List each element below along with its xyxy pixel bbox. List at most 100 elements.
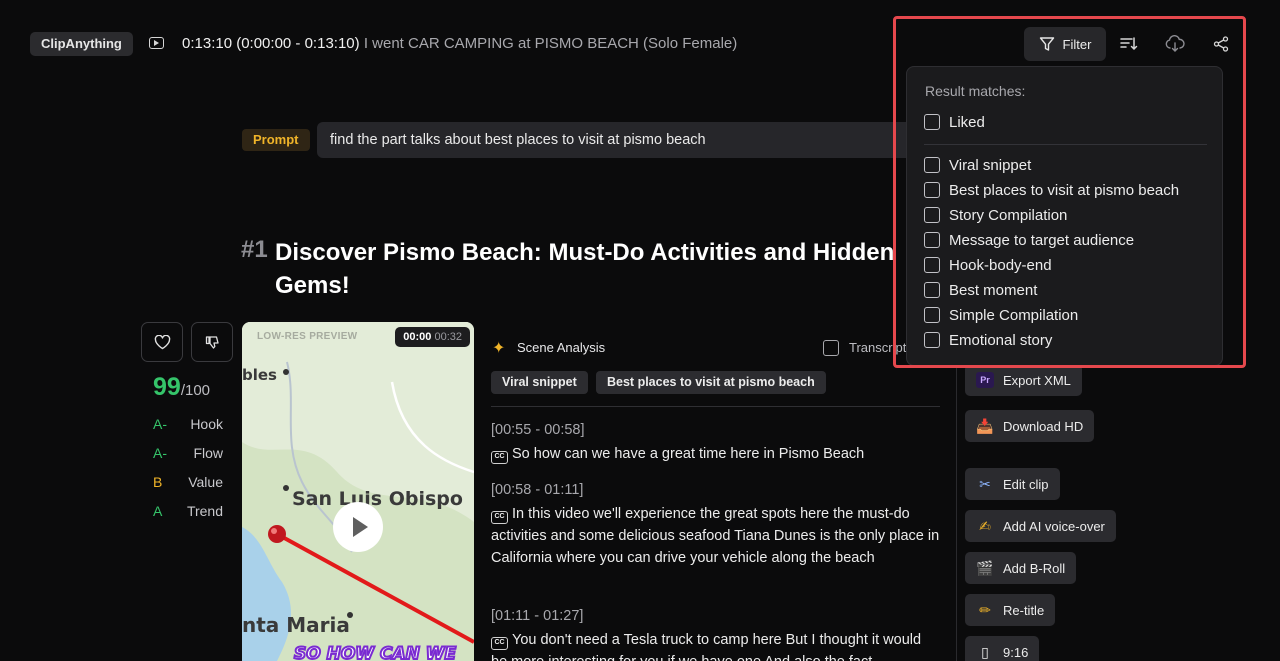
transcript-timestamp: [01:11 - 01:27] xyxy=(491,608,584,624)
metric-name: Hook xyxy=(190,416,223,432)
add-voice-over-button[interactable]: ✍ Add AI voice-over xyxy=(965,510,1116,542)
filter-option-liked[interactable]: Liked xyxy=(924,112,985,132)
option-label: Liked xyxy=(949,113,985,131)
preview-time: 00:00 00:32 xyxy=(395,327,470,347)
prompt-tag: Prompt xyxy=(242,129,310,151)
filter-dropdown: Result matches: Liked Viral snippet Best… xyxy=(906,66,1223,366)
transcript-label[interactable]: Transcript xyxy=(849,340,907,355)
filter-option[interactable]: Simple Compilation xyxy=(924,305,1078,325)
dropdown-title: Result matches: xyxy=(925,83,1026,99)
score-max: /100 xyxy=(180,382,211,399)
video-title: 0:13:10 (0:00:00 - 0:13:10) I went CAR C… xyxy=(182,35,737,52)
thumbs-down-icon xyxy=(205,335,219,349)
preview-current-time: 00:00 xyxy=(403,331,432,343)
clip-title: Discover Pismo Beach: Must-Do Activities… xyxy=(275,239,895,299)
metric-trend: A Trend xyxy=(153,503,223,519)
checkbox[interactable] xyxy=(924,114,940,130)
metric-name: Value xyxy=(188,474,223,490)
filter-option[interactable]: Emotional story xyxy=(924,330,1052,350)
filter-option[interactable]: Viral snippet xyxy=(924,155,1031,175)
app-logo-badge[interactable]: ClipAnything xyxy=(30,32,133,56)
tag-chip: Viral snippet xyxy=(491,371,588,394)
add-broll-button[interactable]: 🎬 Add B-Roll xyxy=(965,552,1077,584)
caption-overlay: SO HOW CAN WE xyxy=(293,643,457,661)
option-label: Emotional story xyxy=(949,331,1053,349)
action-label: Edit clip xyxy=(1003,476,1049,492)
cc-icon: CC xyxy=(491,451,508,464)
filter-option[interactable]: Best moment xyxy=(924,280,1037,300)
checkbox[interactable] xyxy=(924,257,940,273)
filter-option[interactable]: Best places to visit at pismo beach xyxy=(924,180,1179,200)
metric-hook: A- Hook xyxy=(153,416,223,432)
share-icon xyxy=(1213,36,1229,52)
dislike-button[interactable] xyxy=(191,322,233,362)
cc-icon: CC xyxy=(491,511,508,524)
video-time-range: 0:13:10 (0:00:00 - 0:13:10) xyxy=(182,35,360,52)
filter-option[interactable]: Hook-body-end xyxy=(924,255,1052,275)
checkbox[interactable] xyxy=(924,182,940,198)
tag-chip: Best places to visit at pismo beach xyxy=(596,371,826,394)
metric-grade: A- xyxy=(153,416,167,432)
share-button[interactable] xyxy=(1206,29,1236,59)
preview-duration: 00:32 xyxy=(434,331,462,343)
checkbox[interactable] xyxy=(924,282,940,298)
filter-icon xyxy=(1039,37,1054,51)
download-button[interactable] xyxy=(1160,29,1190,59)
action-label: 9:16 xyxy=(1003,644,1029,660)
metric-name: Trend xyxy=(186,503,223,519)
transcript-line: In this video we'll experience the great… xyxy=(491,506,940,566)
metric-grade: B xyxy=(153,474,163,490)
transcript-checkbox[interactable] xyxy=(823,340,839,356)
checkbox[interactable] xyxy=(924,232,940,248)
retitle-button[interactable]: ✏ Re-title xyxy=(965,594,1056,626)
transcript-timestamp: [00:58 - 01:11] xyxy=(491,482,584,498)
download-hd-button[interactable]: 📥 Download HD xyxy=(965,410,1095,442)
column-divider xyxy=(956,360,957,661)
play-button[interactable] xyxy=(333,502,383,552)
option-label: Hook-body-end xyxy=(949,256,1052,274)
sort-icon xyxy=(1120,37,1138,51)
action-label: Add AI voice-over xyxy=(1003,518,1105,534)
premiere-icon: Pr xyxy=(976,372,994,388)
scene-analysis-label: Scene Analysis xyxy=(517,340,606,355)
video-preview[interactable]: bles San Luis Obispo nta Maria SO HOW CA… xyxy=(242,322,474,661)
cloud-download-icon xyxy=(1165,35,1185,52)
preview-tag: LOW-RES PREVIEW xyxy=(257,331,358,342)
transcript-timestamp: [00:55 - 00:58] xyxy=(491,422,585,438)
phone-icon: ▯ xyxy=(981,643,989,660)
divider xyxy=(491,406,940,407)
checkbox[interactable] xyxy=(924,207,940,223)
transcript-text: CC You don't need a Tesla truck to camp h… xyxy=(491,629,941,661)
scissors-icon: ✂ xyxy=(979,475,991,492)
filter-label: Filter xyxy=(1062,36,1092,52)
like-button[interactable] xyxy=(141,322,183,362)
filter-option[interactable]: Message to target audience xyxy=(924,230,1134,250)
sparkle-icon: ✦ xyxy=(492,340,506,357)
map-label: San Luis Obispo xyxy=(292,488,463,510)
cc-icon: CC xyxy=(491,637,508,650)
sort-button[interactable] xyxy=(1114,29,1144,59)
option-label: Viral snippet xyxy=(949,156,1032,174)
prompt-input[interactable]: find the part talks about best places to… xyxy=(317,122,917,158)
checkbox[interactable] xyxy=(924,307,940,323)
aspect-ratio-button[interactable]: ▯ 9:16 xyxy=(965,636,1040,661)
filter-option[interactable]: Story Compilation xyxy=(924,205,1067,225)
checkbox[interactable] xyxy=(924,332,940,348)
map-label: bles xyxy=(242,366,277,384)
voice-icon: ✍ xyxy=(979,517,991,534)
metric-flow: A- Flow xyxy=(153,445,223,461)
map-label: nta Maria xyxy=(242,613,350,637)
metric-name: Flow xyxy=(193,445,223,461)
transcript-line: You don't need a Tesla truck to camp her… xyxy=(491,632,922,661)
filter-button[interactable]: Filter xyxy=(1024,27,1106,61)
export-xml-button[interactable]: Pr Export XML xyxy=(965,364,1082,396)
action-label: Download HD xyxy=(1003,418,1084,434)
clip-score: 99/100 xyxy=(153,373,210,402)
video-icon xyxy=(149,37,164,49)
download-tray-icon: 📥 xyxy=(976,417,994,434)
checkbox[interactable] xyxy=(924,157,940,173)
edit-clip-button[interactable]: ✂ Edit clip xyxy=(965,468,1060,500)
transcript-text: CC In this video we'll experience the gre… xyxy=(491,503,941,569)
video-name: I went CAR CAMPING at PISMO BEACH (Solo … xyxy=(363,35,738,52)
action-label: Export XML xyxy=(1003,372,1071,388)
